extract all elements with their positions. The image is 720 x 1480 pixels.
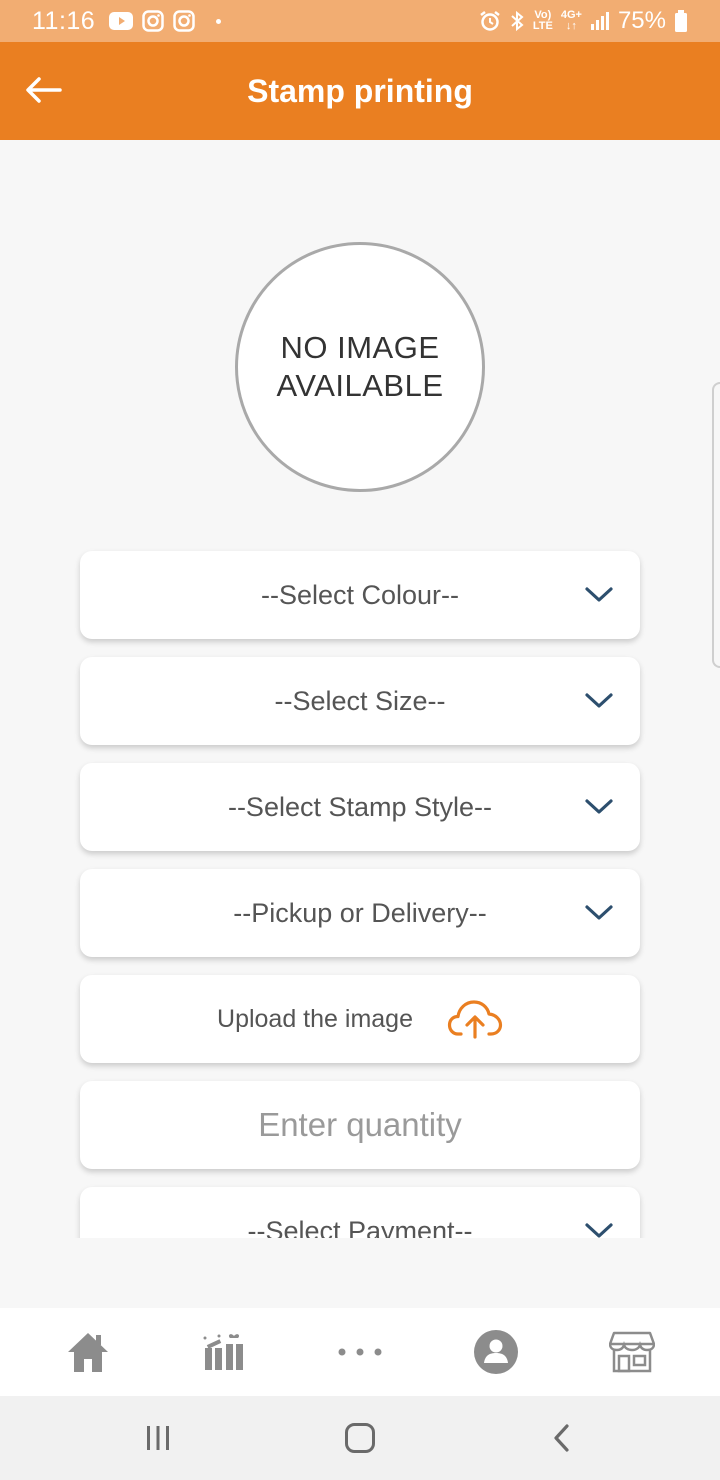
quantity-field[interactable] [80, 1081, 640, 1169]
youtube-icon [109, 12, 134, 30]
status-bar: 11:16 Vo) LTE 4G+ ↓↑ 75% [0, 0, 720, 42]
recent-apps-icon [147, 1426, 169, 1450]
payment-dropdown-label: --Select Payment-- [247, 1215, 473, 1239]
chevron-left-icon [554, 1424, 569, 1452]
nav-gifts[interactable] [184, 1322, 264, 1382]
page-title: Stamp printing [247, 72, 473, 109]
image-preview: NO IMAGE AVAILABLE [235, 242, 485, 492]
payment-dropdown[interactable]: --Select Payment-- [80, 1187, 640, 1238]
profile-icon [474, 1330, 518, 1374]
stamp-style-dropdown-label: --Select Stamp Style-- [227, 791, 493, 822]
bluetooth-icon [509, 10, 525, 32]
battery-icon [674, 10, 688, 32]
size-dropdown-label: --Select Size-- [274, 685, 446, 716]
chevron-down-icon [585, 1223, 613, 1238]
chevron-down-icon [585, 587, 613, 602]
system-nav-bar [0, 1396, 720, 1480]
colour-dropdown[interactable]: --Select Colour-- [80, 551, 640, 639]
nav-profile[interactable] [456, 1322, 536, 1382]
status-time: 11:16 [32, 6, 96, 35]
form-scroll-area[interactable]: NO IMAGE AVAILABLE --Select Colour-- --S… [0, 140, 720, 1238]
instagram-icon [142, 10, 164, 32]
nav-more[interactable] [320, 1322, 400, 1382]
upload-image-button[interactable]: Upload the image [80, 975, 640, 1063]
app-bar: Stamp printing [0, 42, 720, 140]
colour-dropdown-label: --Select Colour-- [260, 579, 460, 610]
signal-icon [590, 11, 610, 31]
stamp-style-dropdown[interactable]: --Select Stamp Style-- [80, 763, 640, 851]
bottom-nav [0, 1308, 720, 1396]
volte-indicator: Vo) LTE [532, 9, 553, 32]
arrow-left-icon [26, 77, 62, 103]
chevron-down-icon [585, 799, 613, 814]
home-icon [68, 1333, 108, 1372]
recent-apps-button[interactable] [136, 1416, 180, 1460]
more-icon [338, 1348, 382, 1356]
no-image-text: NO IMAGE AVAILABLE [276, 330, 444, 403]
chevron-down-icon [585, 693, 613, 708]
gift-icon [203, 1334, 243, 1370]
upload-image-label: Upload the image [217, 1004, 413, 1033]
quantity-input[interactable] [80, 1081, 640, 1169]
nav-home[interactable] [48, 1322, 128, 1382]
alarm-icon [479, 10, 501, 32]
home-square-icon [345, 1423, 375, 1453]
pickup-delivery-dropdown[interactable]: --Pickup or Delivery-- [80, 869, 640, 957]
nav-store[interactable] [592, 1322, 672, 1382]
size-dropdown[interactable]: --Select Size-- [80, 657, 640, 745]
side-edge-handle[interactable] [712, 382, 720, 668]
notification-dot-icon [216, 18, 222, 24]
system-back-button[interactable] [540, 1416, 584, 1460]
instagram-icon [173, 10, 195, 32]
pickup-delivery-dropdown-label: --Pickup or Delivery-- [233, 897, 487, 928]
chevron-down-icon [585, 905, 613, 920]
cloud-upload-icon [447, 1000, 503, 1039]
store-icon [609, 1331, 655, 1373]
data-indicator: 4G+ ↓↑ [560, 9, 582, 32]
battery-percent: 75% [617, 7, 666, 34]
back-button[interactable] [24, 70, 64, 110]
home-button[interactable] [338, 1416, 382, 1460]
